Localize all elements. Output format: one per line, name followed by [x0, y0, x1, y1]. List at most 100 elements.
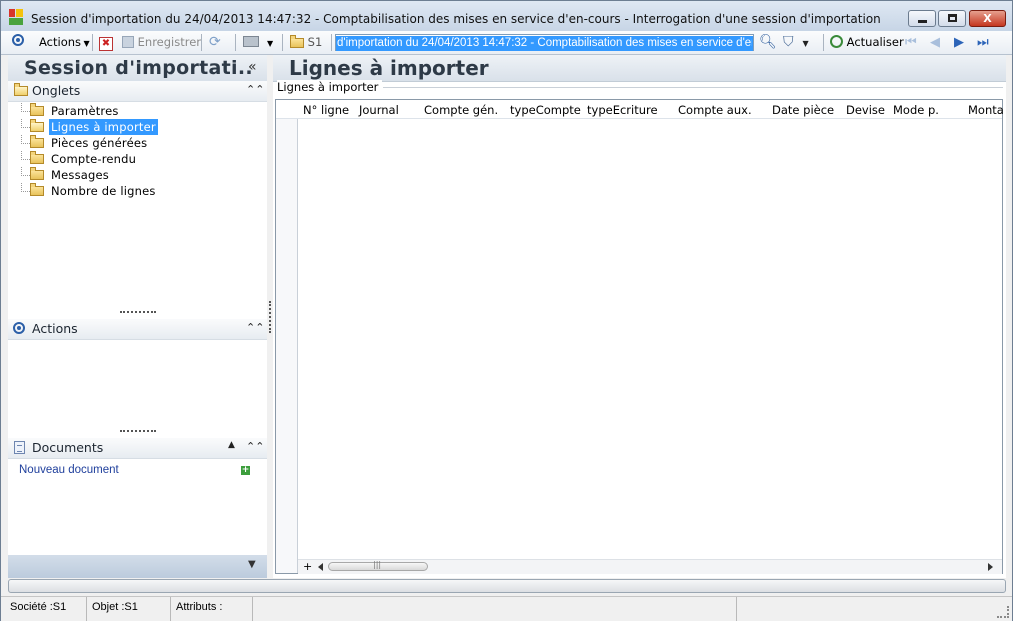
target-icon — [12, 34, 24, 46]
search-button[interactable]: 🔍︎ — [759, 34, 777, 51]
expand-down-icon[interactable]: ▼ — [248, 559, 256, 570]
new-document-link[interactable]: Nouveau document — [19, 464, 119, 476]
scroll-right-icon[interactable] — [988, 563, 993, 571]
toolbar-separator — [331, 34, 332, 51]
section-splitter[interactable] — [120, 311, 156, 315]
documents-section-header[interactable]: Documents ▲ ⌃⌃ — [8, 438, 267, 459]
minimize-button[interactable] — [908, 10, 936, 27]
group-divider — [383, 87, 1003, 88]
onglets-section-title: Onglets — [32, 83, 81, 98]
dropdown-arrow-icon: ▼ — [802, 39, 809, 48]
actions-section-header[interactable]: Actions ⌃⌃ — [8, 319, 267, 340]
left-panel-title: Session d'importati.. — [24, 57, 253, 79]
home-button[interactable] — [12, 34, 24, 51]
close-icon: X — [983, 12, 992, 25]
sync-button[interactable]: ⟳ — [209, 34, 221, 51]
collapse-section-icon[interactable]: ⌃⌃ — [246, 83, 264, 96]
title-bar: Session d'importation du 24/04/2013 14:4… — [1, 1, 1012, 32]
document-icon — [14, 441, 25, 454]
tree-item-label: Lignes à importer — [49, 119, 158, 135]
company-selector[interactable]: S1 — [290, 34, 322, 51]
column-header[interactable]: N° ligne — [303, 103, 349, 117]
folder-icon — [30, 151, 44, 164]
scroll-left-icon[interactable] — [318, 563, 323, 571]
column-header[interactable]: Compte aux. — [678, 103, 752, 117]
save-icon — [122, 36, 134, 48]
minimize-icon — [918, 20, 927, 23]
scrollbar-thumb[interactable] — [328, 560, 428, 571]
dropdown-arrow-icon: ▼ — [81, 39, 90, 48]
actions-menu-button[interactable]: Actions ▼ — [39, 34, 90, 51]
maximize-button[interactable] — [938, 10, 966, 27]
column-header[interactable]: typeEcriture — [587, 103, 658, 117]
last-icon: ⏭ — [977, 35, 989, 50]
search-field[interactable] — [335, 34, 754, 51]
first-record-button[interactable]: ⏮ — [905, 34, 917, 51]
sync-icon: ⟳ — [209, 34, 221, 50]
previous-record-button[interactable]: ◀ — [930, 34, 940, 51]
toolbar-separator — [201, 34, 202, 51]
tree-item-label: Nombre de lignes — [51, 184, 156, 198]
scroll-up-icon[interactable]: ▲ — [228, 440, 235, 450]
magnifier-icon: 🔍︎ — [759, 34, 777, 50]
save-label: Enregistrer — [137, 35, 202, 49]
open-folder-icon — [30, 119, 44, 132]
cancel-icon: ✖ — [99, 37, 113, 51]
right-panel: Lignes à importer Lignes à importer N° l… — [273, 55, 1006, 578]
grid-header: N° ligne Journal Compte gén. typeCompte … — [276, 100, 1004, 119]
bottom-scrollbar[interactable] — [8, 579, 1006, 593]
app-logo-icon — [9, 9, 23, 25]
next-record-button[interactable]: ▶ — [954, 34, 964, 51]
actions-menu-label: Actions — [39, 35, 82, 49]
status-panel — [739, 597, 989, 621]
status-bar: Société :S1 Objet :S1 Attributs : — [1, 596, 1012, 621]
add-document-icon[interactable]: + — [241, 466, 250, 475]
filter-button[interactable]: ⛉ ▼ — [783, 34, 809, 51]
data-grid[interactable]: N° ligne Journal Compte gén. typeCompte … — [275, 99, 1004, 574]
column-header[interactable]: Compte gén. — [424, 103, 498, 117]
maximize-icon — [948, 14, 957, 22]
page-title: Lignes à importer — [289, 56, 489, 80]
column-header[interactable]: Monta — [968, 103, 1004, 117]
onglets-section-header[interactable]: Onglets ⌃⌃ — [8, 81, 267, 102]
toolbar-separator — [823, 34, 824, 51]
search-input[interactable] — [336, 35, 753, 51]
dropdown-arrow-icon: ▼ — [267, 39, 274, 48]
funnel-icon: ⛉ — [783, 34, 794, 50]
folder-icon — [14, 83, 28, 96]
add-row-icon[interactable]: + — [303, 560, 312, 573]
column-header[interactable]: Mode p. — [893, 103, 939, 117]
refresh-label: Actualiser — [846, 35, 904, 49]
left-panel-header: Session d'importati.. « — [8, 55, 267, 82]
refresh-button[interactable]: Actualiser — [830, 34, 904, 51]
horizontal-scrollbar[interactable]: + — [298, 559, 1002, 574]
column-header[interactable]: Devise — [846, 103, 885, 117]
collapse-section-icon[interactable]: ⌃⌃ — [246, 321, 264, 334]
group-label: Lignes à importer — [277, 80, 383, 94]
tree-item-label: Paramètres — [51, 104, 119, 118]
last-record-button[interactable]: ⏭ — [977, 34, 989, 51]
toolbar: Actions ▼ ✖ Enregistrer ⟳ ▼ S1 🔍︎ ⛉▼ Act… — [1, 31, 1012, 55]
folder-icon — [30, 103, 44, 116]
refresh-icon — [830, 35, 843, 48]
target-icon — [13, 322, 25, 334]
resize-grip-icon[interactable] — [997, 606, 1009, 618]
folder-icon — [30, 167, 44, 180]
collapse-panel-icon[interactable]: « — [248, 59, 257, 75]
column-header[interactable]: typeCompte — [510, 103, 581, 117]
print-button[interactable]: ▼ — [243, 34, 273, 51]
folder-icon — [30, 135, 44, 148]
left-panel-footer: ▼ — [8, 555, 267, 578]
save-button[interactable]: Enregistrer — [122, 34, 201, 51]
column-header[interactable]: Date pièce — [772, 103, 834, 117]
folder-icon — [290, 34, 304, 48]
collapse-section-icon[interactable]: ⌃⌃ — [246, 440, 264, 453]
cancel-button[interactable]: ✖ — [99, 34, 113, 51]
close-button[interactable]: X — [969, 10, 1006, 27]
right-panel-header: Lignes à importer — [273, 55, 1006, 82]
next-icon: ▶ — [954, 35, 964, 50]
left-panel: Session d'importati.. « Onglets ⌃⌃ Param… — [8, 55, 267, 578]
section-splitter[interactable] — [120, 430, 156, 434]
app-window: Session d'importation du 24/04/2013 14:4… — [0, 0, 1013, 621]
column-header[interactable]: Journal — [359, 103, 399, 117]
